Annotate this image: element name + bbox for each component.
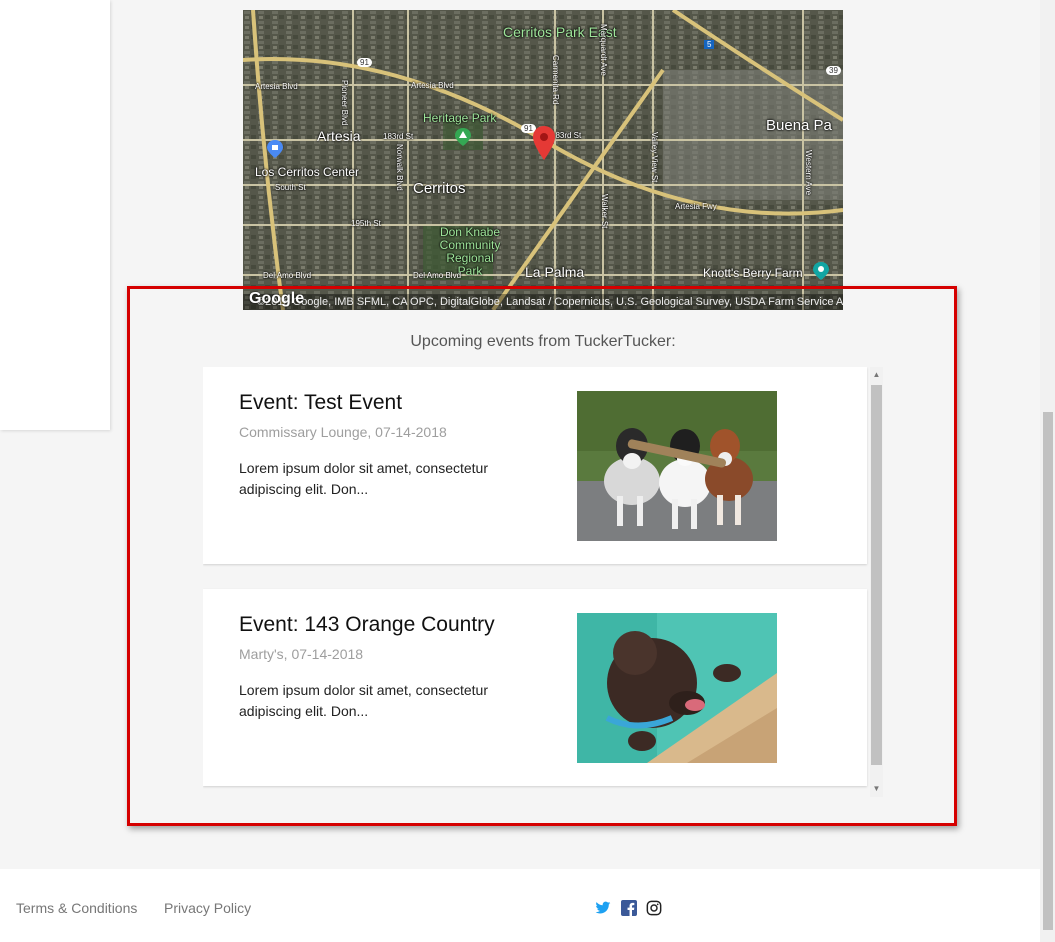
map-label-artesia-fwy: Artesia Fwy (675, 202, 717, 211)
route-91-shield: 91 (357, 58, 372, 67)
event-image-dogs-with-stick[interactable] (577, 391, 777, 541)
footer: Terms & Conditions Privacy Policy (0, 869, 1040, 942)
events-scrollbar[interactable]: ▲ ▼ (870, 367, 883, 797)
map-label-carmenita-rd: Carmenita Rd (551, 55, 560, 105)
terms-link[interactable]: Terms & Conditions (16, 900, 137, 916)
map-marker-icon[interactable] (533, 126, 555, 160)
map-label-la-palma: La Palma (525, 264, 585, 280)
map-label-heritage-park: Heritage Park (423, 111, 497, 125)
map-label-knotts-berry-farm: Knott's Berry Farm (703, 266, 803, 280)
route-39-shield: 39 (826, 66, 841, 75)
map-label-buena-park: Buena Pa (766, 117, 832, 134)
event-title[interactable]: Event: 143 Orange Country (239, 613, 495, 637)
event-venue-date: Commissary Lounge, 07-14-2018 (239, 424, 447, 440)
map-label-183rd-st: 183rd St (383, 132, 414, 141)
map-label-south-st: South St (275, 183, 306, 192)
map-label-183rd-st-2: 183rd St (551, 131, 582, 140)
map-label-artesia: Artesia (317, 128, 361, 144)
event-image-dog-in-pool[interactable] (577, 613, 777, 763)
map-label-norwalk-blvd: Norwalk Blvd (395, 144, 404, 191)
satellite-map[interactable]: Cerritos Park East Artesia Blvd Artesia … (243, 10, 843, 310)
events-heading: Upcoming events from TuckerTucker: (410, 333, 676, 350)
map-label-del-amo-blvd-2: Del Amo Blvd (413, 271, 462, 280)
event-card[interactable]: Event: 143 Orange Country Marty's, 07-14… (203, 589, 867, 786)
map-label-marquardt-ave: Marquardt Ave (599, 24, 608, 76)
map-label-cerritos: Cerritos (413, 180, 466, 197)
map-label-valley-view-st: Valley View St (650, 132, 659, 183)
interstate-5-shield: 5 (704, 40, 715, 49)
event-description: Lorem ipsum dolor sit amet, consectetur … (239, 682, 488, 719)
map-label-walker-st: Walker St (600, 194, 609, 229)
twitter-icon[interactable] (595, 900, 611, 916)
page-scroll-thumb[interactable] (1043, 412, 1053, 930)
scroll-up-arrow-icon[interactable]: ▲ (870, 367, 883, 383)
event-card[interactable]: Event: Test Event Commissary Lounge, 07-… (203, 367, 867, 564)
instagram-icon[interactable] (646, 900, 662, 916)
page-scrollbar[interactable] (1040, 0, 1055, 942)
map-label-pioneer-blvd: Pioneer Blvd (340, 80, 349, 126)
map-label-artesia-blvd-2: Artesia Blvd (411, 81, 454, 90)
map-label-195th-st: 195th St (351, 219, 381, 228)
scroll-down-arrow-icon[interactable]: ▼ (870, 781, 883, 797)
event-venue-date: Marty's, 07-14-2018 (239, 646, 364, 662)
map-label-artesia-blvd: Artesia Blvd (255, 82, 298, 91)
privacy-link[interactable]: Privacy Policy (164, 900, 251, 916)
events-list[interactable]: Event: Test Event Commissary Lounge, 07-… (203, 367, 883, 797)
event-description: Lorem ipsum dolor sit amet, consectetur … (239, 460, 488, 497)
map-label-western-ave: Western Ave (804, 150, 813, 196)
page: Cerritos Park East Artesia Blvd Artesia … (0, 0, 1055, 942)
amusement-park-poi-icon[interactable] (813, 262, 829, 280)
shopping-poi-icon[interactable] (267, 140, 283, 158)
park-poi-icon[interactable] (455, 128, 471, 146)
events-scroll-thumb[interactable] (871, 385, 882, 765)
event-title[interactable]: Event: Test Event (239, 391, 402, 415)
facebook-icon[interactable] (621, 900, 637, 916)
side-card (0, 0, 110, 430)
map-label-los-cerritos-center: Los Cerritos Center (255, 165, 360, 179)
map-label-del-amo-blvd: Del Amo Blvd (263, 271, 312, 280)
